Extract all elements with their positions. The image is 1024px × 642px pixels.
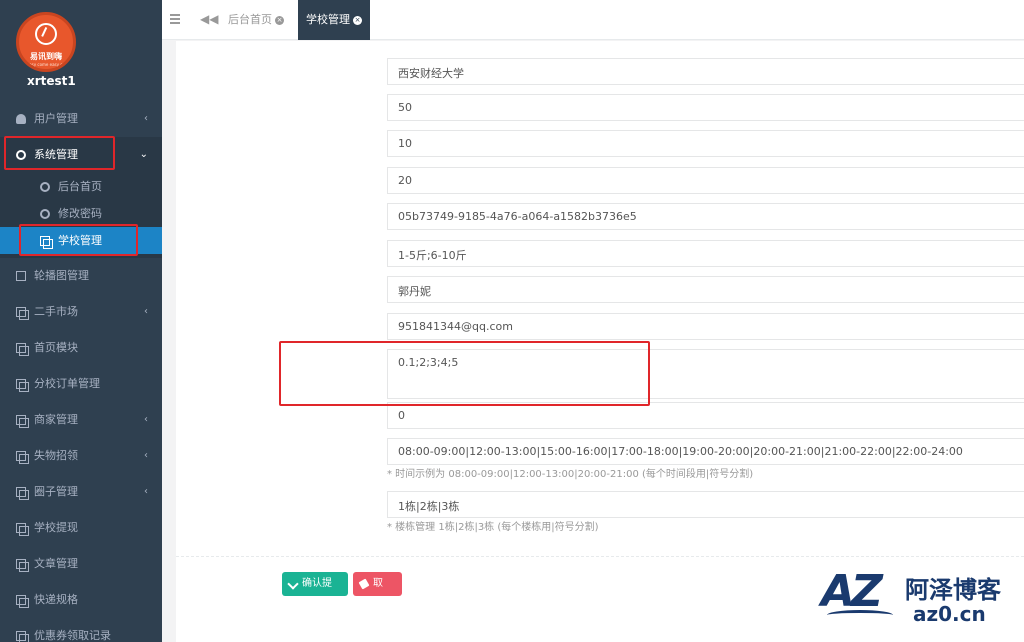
watermark: AZ 阿泽博客 az0.cn [821, 566, 1021, 636]
sidebar-item-label: 系统管理 [34, 148, 78, 161]
sidebar-item-label: 失物招领 [34, 449, 78, 462]
double-chevron-left-icon[interactable]: ◀◀ [200, 12, 218, 26]
chevron-left-icon: ‹ [144, 113, 148, 124]
copy-icon [16, 415, 29, 428]
sidebar-item-user-management[interactable]: 用户管理 ‹ [0, 101, 162, 137]
book-icon [827, 610, 893, 620]
sidebar-item-branch-orders[interactable]: 分校订单管理 [0, 366, 162, 402]
username[interactable]: xrtest1 [27, 74, 76, 88]
sidebar-item-label: 用户管理 [34, 112, 78, 125]
sidebar-item-second-hand[interactable]: 二手市场 ‹ [0, 294, 162, 330]
sidebar-item-label: 商家管理 [34, 413, 78, 426]
copy-icon [16, 451, 29, 464]
sidebar-item-carousel[interactable]: 轮播图管理 [0, 258, 162, 294]
school-name-input[interactable]: 西安财经大学 [387, 58, 1024, 85]
sidebar-item-lost-found[interactable]: 失物招领 ‹ [0, 438, 162, 474]
chevron-left-icon: ‹ [144, 486, 148, 497]
sidebar-subitem-label: 修改密码 [58, 207, 102, 220]
sidebar-item-coupon-records[interactable]: 优惠券领取记录 [0, 618, 162, 642]
robot-key-input[interactable]: 05b73749-9185-4a76-a064-a1582b3736e5 [387, 203, 1024, 230]
sidebar-subitem-label: 后台首页 [58, 180, 102, 193]
menu-icon[interactable] [170, 14, 180, 24]
tab-school-management[interactable]: 学校管理 × [298, 0, 370, 40]
sidebar-item-label: 二手市场 [34, 305, 78, 318]
copy-icon [16, 559, 29, 572]
copy-icon [16, 523, 29, 536]
logo-icon [35, 23, 57, 45]
tab-bar: ◀◀ 后台首页 × 学校管理 × [162, 0, 1024, 40]
delivery-time-input[interactable]: 08:00-09:00|12:00-13:00|15:00-16:00|17:0… [387, 438, 1024, 465]
tab-label: 学校管理 [306, 13, 350, 26]
chevron-down-icon: ⌄ [139, 149, 148, 160]
sidebar-item-label: 优惠券领取记录 [34, 629, 111, 642]
sidebar-subitem-change-password[interactable]: 修改密码 [0, 200, 162, 227]
gears-icon [16, 150, 26, 160]
sidebar-item-label: 学校提现 [34, 521, 78, 534]
close-icon[interactable]: × [275, 15, 284, 25]
tier-config-input[interactable]: 1-5斤;6-10斤 [387, 240, 1024, 267]
submit-button-label: 确认提交 [302, 578, 332, 613]
sidebar-subitem-label: 学校管理 [58, 234, 102, 247]
chevron-left-icon: ‹ [144, 306, 148, 317]
sidebar: 易讯到嗨 easy come easy go xrtest1 用户管理 ‹ 系统… [0, 0, 162, 642]
sidebar-item-circles[interactable]: 圈子管理 ‹ [0, 474, 162, 510]
sidebar-item-school-withdraw[interactable]: 学校提现 [0, 510, 162, 546]
cancel-button-label: 取消 [373, 578, 383, 613]
sidebar-item-system-management[interactable]: 系统管理 ⌄ [0, 137, 162, 173]
help-text: * 楼栋管理 1栋|2栋|3栋 (每个楼栋用|符号分割) [387, 522, 599, 533]
sidebar-item-label: 圈子管理 [34, 485, 78, 498]
tab-label: 后台首页 [228, 13, 272, 26]
logo-subtext: easy come easy go [26, 62, 66, 67]
divider [176, 556, 1024, 557]
errand-commission-input[interactable]: 50 [387, 94, 1024, 121]
submit-button[interactable]: 确认提交 [282, 572, 348, 613]
tab-dashboard[interactable]: 后台首页 × [220, 0, 292, 40]
sidebar-item-label: 分校订单管理 [34, 377, 100, 390]
merchant-commission-input[interactable]: 10 [387, 130, 1024, 157]
sidebar-subitem-dashboard[interactable]: 后台首页 [0, 173, 162, 200]
sidebar-subitem-school-management[interactable]: 学校管理 [0, 227, 162, 254]
gold-bean-deduct-input[interactable]: 0 [387, 402, 1024, 429]
close-icon[interactable]: × [353, 15, 362, 25]
gears-icon [40, 209, 50, 219]
copy-icon [16, 307, 29, 320]
school-form: 学校名称: 西安财经大学 学校跑腿抽成: 50 学校商家抽成: 10 学校二手市… [176, 41, 1024, 642]
eraser-icon [358, 578, 370, 590]
second-hand-commission-input[interactable]: 20 [387, 167, 1024, 194]
sidebar-item-articles[interactable]: 文章管理 [0, 546, 162, 582]
sidebar-item-label: 文章管理 [34, 557, 78, 570]
tip-amount-textarea[interactable]: 0.1;2;3;4;5 [387, 349, 1024, 399]
sidebar-item-merchants[interactable]: 商家管理 ‹ [0, 402, 162, 438]
copy-icon [40, 236, 53, 249]
sidebar-item-label: 首页模块 [34, 341, 78, 354]
sidebar-item-label: 轮播图管理 [34, 269, 89, 282]
copy-icon [16, 595, 29, 608]
avatar[interactable]: 易讯到嗨 easy come easy go [16, 12, 76, 72]
monitor-icon [16, 271, 26, 281]
chevron-left-icon: ‹ [144, 450, 148, 461]
copy-icon [16, 379, 29, 392]
sidebar-item-express-specs[interactable]: 快递规格 [0, 582, 162, 618]
copy-icon [16, 343, 29, 356]
alipay-account-input[interactable]: 951841344@qq.com [387, 313, 1024, 340]
chevron-left-icon: ‹ [144, 414, 148, 425]
watermark-url: az0.cn [913, 602, 986, 626]
watermark-name: 阿泽博客 [905, 576, 1001, 604]
copy-icon [16, 631, 29, 642]
submenu: 后台首页 修改密码 学校管理 [0, 173, 162, 258]
user-icon [16, 114, 26, 124]
help-text: * 时间示例为 08:00-09:00|12:00-13:00|20:00-21… [387, 469, 754, 480]
building-input[interactable]: 1栋|2栋|3栋 [387, 491, 1024, 518]
copy-icon [16, 487, 29, 500]
logo-text: 易讯到嗨 [30, 52, 62, 61]
check-icon [287, 578, 299, 590]
profile: 易讯到嗨 easy come easy go xrtest1 [0, 0, 162, 101]
alipay-name-input[interactable]: 郭丹妮 [387, 276, 1024, 303]
sidebar-item-label: 快递规格 [34, 593, 78, 606]
cancel-button[interactable]: 取消 [353, 572, 402, 613]
sidebar-item-home-modules[interactable]: 首页模块 [0, 330, 162, 366]
gears-icon [40, 182, 50, 192]
